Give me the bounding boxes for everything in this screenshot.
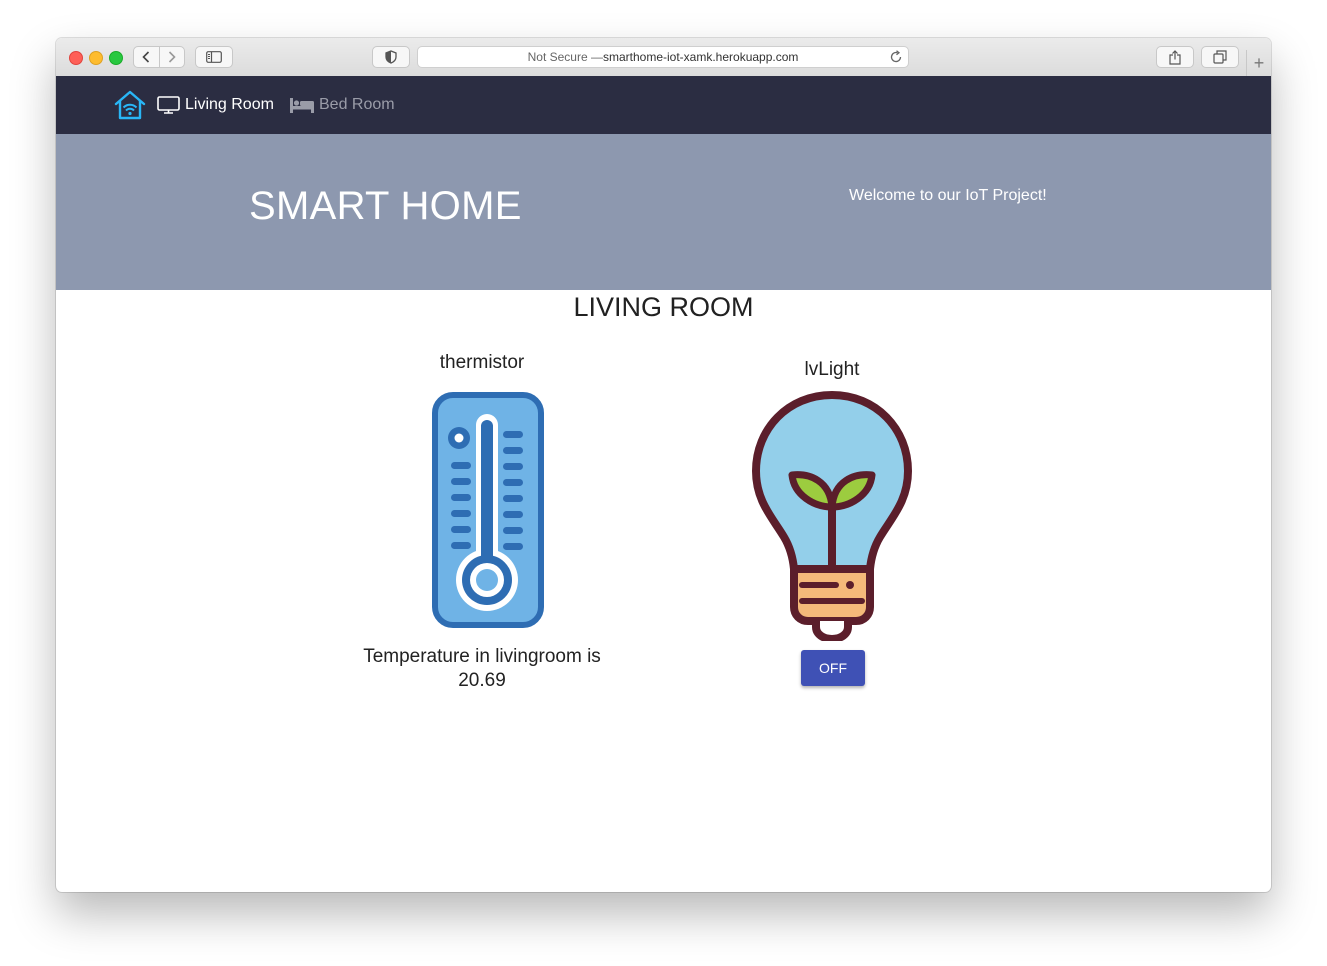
url-security-label: Not Secure —	[527, 50, 603, 64]
thermometer-icon	[432, 392, 544, 628]
history-nav-group	[133, 46, 185, 68]
top-navbar: Living Room Bed Room	[56, 76, 1271, 134]
room-title: LIVING ROOM	[573, 292, 754, 322]
address-bar[interactable]: Not Secure — smarthome-iot-xamk.herokuap…	[417, 46, 909, 68]
shield-icon	[385, 50, 397, 64]
share-button[interactable]	[1156, 46, 1194, 68]
chevron-left-icon	[142, 51, 150, 63]
light-toggle-button[interactable]: OFF	[801, 650, 865, 686]
reload-icon[interactable]	[889, 50, 903, 64]
sidebar-icon	[206, 51, 222, 63]
device-card-lvlight: lvLight OFF	[717, 359, 947, 686]
maximize-window-button[interactable]	[109, 51, 123, 65]
nav-item-label: Living Room	[185, 96, 274, 113]
url-host: smarthome-iot-xamk.herokuapp.com	[602, 50, 799, 64]
bed-icon	[290, 97, 314, 113]
minimize-window-button[interactable]	[89, 51, 103, 65]
close-window-button[interactable]	[69, 51, 83, 65]
smart-home-logo-icon[interactable]	[114, 90, 146, 120]
hero-banner: SMART HOME Welcome to our IoT Project!	[56, 134, 1271, 290]
back-button[interactable]	[134, 47, 159, 67]
device-name: lvLight	[804, 359, 860, 380]
lightbulb-icon	[752, 391, 912, 641]
nav-item-label: Bed Room	[319, 96, 395, 113]
device-name: thermistor	[439, 352, 525, 373]
browser-window: Not Secure — smarthome-iot-xamk.herokuap…	[56, 38, 1271, 892]
nav-item-bed-room[interactable]: Bed Room	[290, 94, 395, 116]
browser-titlebar: Not Secure — smarthome-iot-xamk.herokuap…	[56, 38, 1271, 77]
sidebar-toggle-button[interactable]	[195, 46, 233, 68]
temperature-reading: Temperature in livingroom is 20.69	[342, 645, 622, 693]
hero-subtitle: Welcome to our IoT Project!	[849, 187, 1047, 204]
forward-button[interactable]	[158, 47, 185, 67]
temperature-label: Temperature in livingroom is	[363, 646, 601, 667]
tab-overview-button[interactable]	[1201, 46, 1239, 68]
device-card-thermistor: thermistor Temperature in livingroom is …	[342, 352, 622, 691]
hero-title: SMART HOME	[249, 184, 522, 228]
nav-item-living-room[interactable]: Living Room	[157, 94, 274, 116]
temperature-value: 20.69	[458, 670, 506, 691]
chevron-right-icon	[168, 51, 176, 63]
privacy-report-button[interactable]	[372, 46, 410, 68]
tabs-icon	[1213, 50, 1227, 64]
monitor-icon	[157, 96, 180, 114]
new-tab-button[interactable]: +	[1246, 50, 1271, 76]
share-icon	[1169, 49, 1181, 65]
